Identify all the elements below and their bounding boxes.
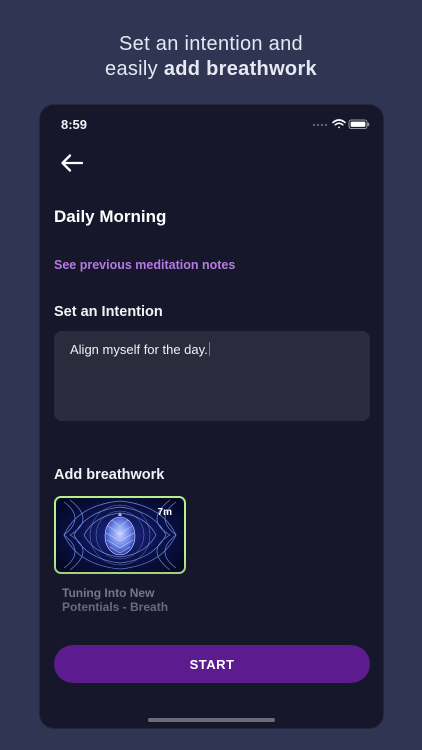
text-caret (208, 342, 211, 356)
status-icons (311, 117, 371, 131)
headline-line-2-prefix: easily (105, 58, 164, 80)
headline-line-2: easily add breathwork (0, 57, 422, 82)
marketing-headline: Set an intention and easily add breathwo… (0, 32, 422, 82)
wifi-icon (332, 119, 346, 129)
breathwork-card[interactable]: 7m (54, 496, 186, 574)
home-indicator (148, 718, 275, 722)
breathwork-label: Add breathwork (54, 467, 165, 483)
intention-input-value: Align myself for the day. (70, 342, 208, 357)
back-button[interactable] (58, 151, 86, 175)
signal-icon (312, 123, 328, 127)
battery-icon (348, 119, 370, 129)
previous-notes-link[interactable]: See previous meditation notes (54, 258, 235, 272)
phone-screen: 8:59 Daily Morning See previous meditati… (40, 105, 383, 728)
headline-line-1: Set an intention and (119, 33, 303, 55)
intention-input[interactable]: Align myself for the day. (54, 331, 370, 421)
breathwork-card-title: Tuning Into New Potentials - Breath (62, 586, 169, 614)
bottom-fade-overlay (40, 555, 383, 728)
intention-label: Set an Intention (54, 304, 163, 320)
duration-badge: 7m (157, 507, 172, 518)
status-time: 8:59 (61, 117, 88, 132)
start-button[interactable]: START (54, 645, 370, 683)
headline-line-2-bold: add breathwork (163, 58, 317, 80)
page-title: Daily Morning (54, 207, 167, 226)
back-arrow-icon (61, 154, 84, 172)
